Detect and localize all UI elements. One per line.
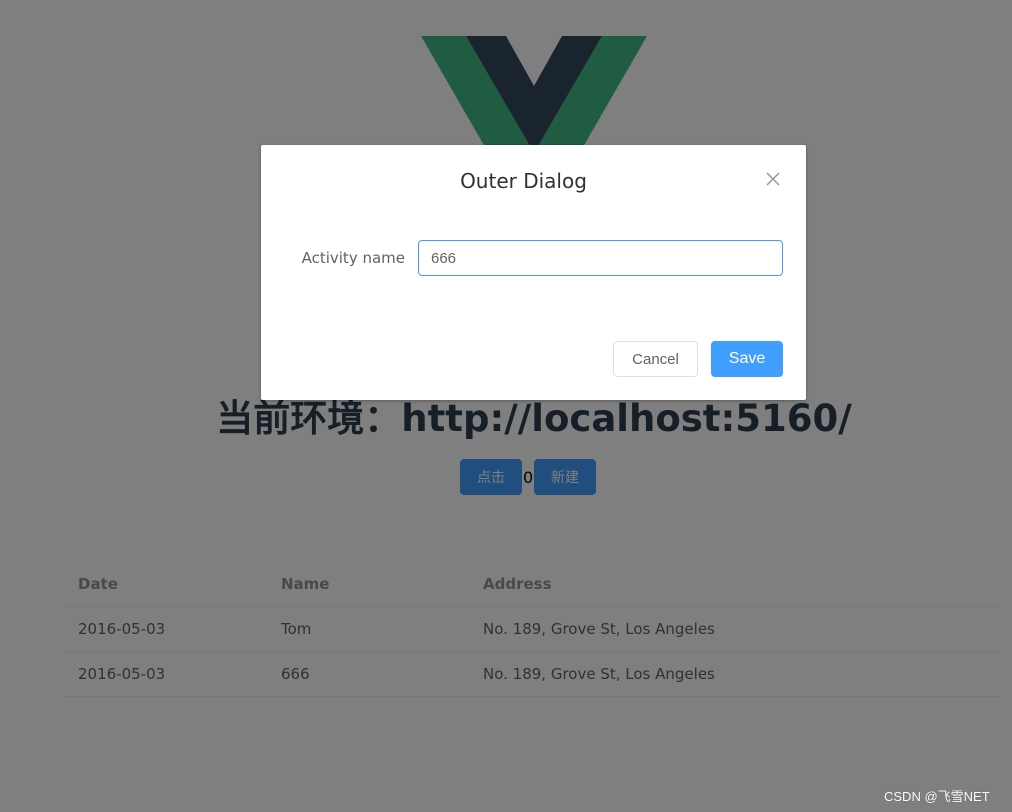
save-button[interactable]: Save — [711, 341, 783, 377]
modal-overlay[interactable] — [0, 0, 1012, 812]
activity-name-input[interactable] — [418, 240, 783, 276]
outer-dialog: Outer Dialog Activity name Cancel Save — [261, 145, 806, 400]
watermark: CSDN @飞雪NET — [884, 789, 990, 804]
activity-name-label: Activity name — [301, 249, 405, 267]
cancel-button[interactable]: Cancel — [613, 341, 698, 377]
close-icon[interactable] — [765, 171, 781, 187]
dialog-title: Outer Dialog — [460, 169, 587, 193]
